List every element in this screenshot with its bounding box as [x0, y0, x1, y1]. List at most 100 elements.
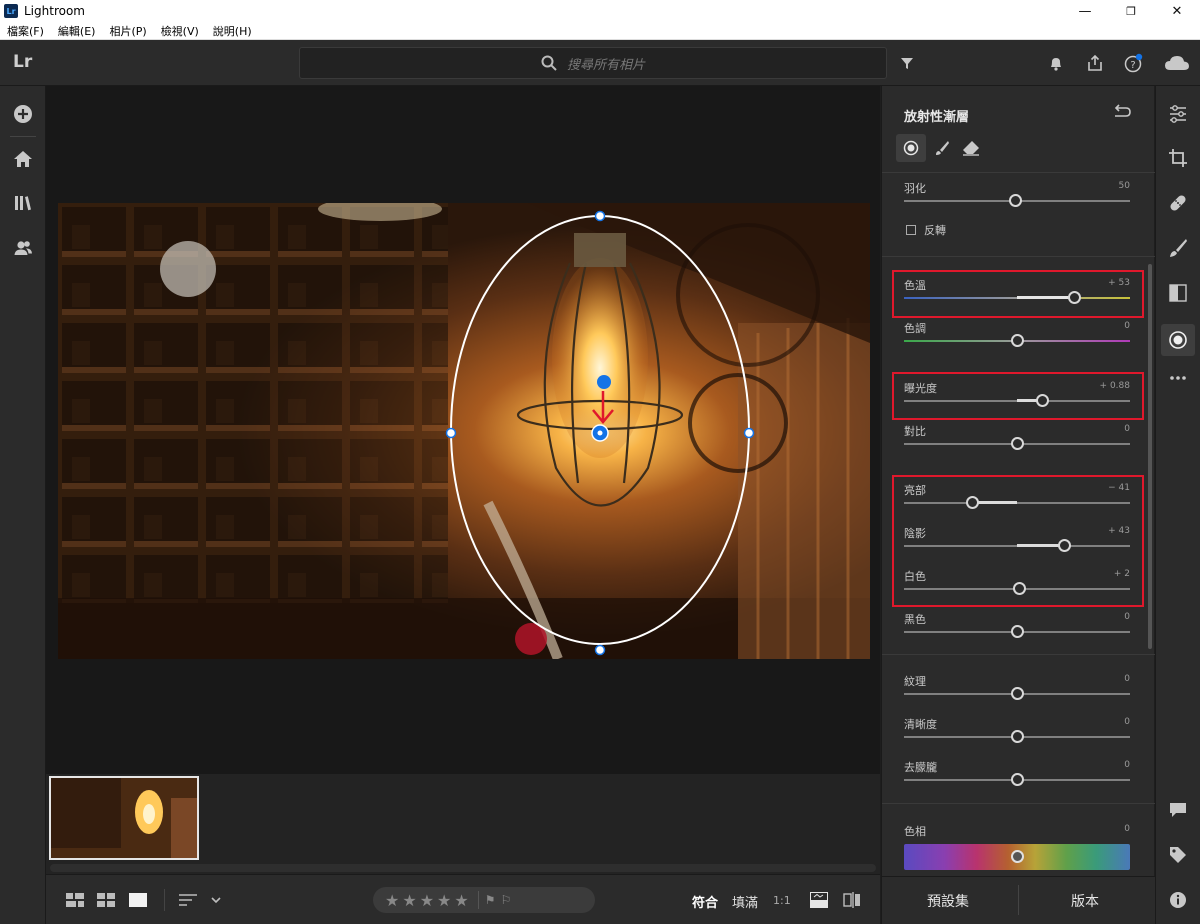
footer-divider	[1018, 885, 1019, 915]
search-input[interactable]: 搜尋所有相片	[299, 47, 887, 79]
slider-label: 色相	[904, 825, 926, 838]
help-icon[interactable]: ?	[1122, 52, 1144, 74]
slider-thumb[interactable]	[1011, 850, 1024, 863]
chevron-down-icon[interactable]	[211, 891, 221, 909]
zoom-1to1-button[interactable]: 1:1	[773, 894, 791, 907]
comments-icon[interactable]	[1166, 798, 1190, 822]
panel-divider	[882, 654, 1155, 655]
clarity-slider[interactable]: 清晰度 0	[904, 716, 1130, 756]
eraser-icon[interactable]	[961, 138, 981, 158]
slider-value: 0	[1124, 612, 1130, 622]
share-icon[interactable]	[1084, 52, 1106, 74]
radial-tool-button[interactable]	[896, 134, 926, 162]
filmstrip-thumbnail[interactable]	[49, 776, 199, 860]
slider-thumb[interactable]	[1011, 730, 1024, 743]
slider-value: 0	[1124, 674, 1130, 684]
slider-thumb[interactable]	[1011, 687, 1024, 700]
maximize-button[interactable]: ❐	[1108, 0, 1154, 22]
bar-divider	[164, 889, 165, 911]
detail-view-icon[interactable]	[129, 891, 147, 909]
invert-label: 反轉	[924, 224, 946, 237]
radial-icon	[903, 140, 919, 156]
reject-flag-icon[interactable]: ⚐	[500, 893, 511, 907]
panel-scrollbar[interactable]	[1148, 264, 1152, 649]
edit-sliders-icon[interactable]	[1166, 102, 1190, 126]
star-icon[interactable]: ★	[420, 891, 434, 910]
more-icon[interactable]	[1166, 366, 1190, 390]
slider-value: 0	[1124, 321, 1130, 331]
cloud-icon[interactable]	[1164, 52, 1190, 74]
close-button[interactable]: ✕	[1154, 0, 1200, 22]
menu-photo[interactable]: 相片(P)	[102, 23, 153, 39]
pick-flag-icon[interactable]: ⚑	[485, 893, 496, 907]
home-icon[interactable]	[11, 147, 35, 171]
tag-icon[interactable]	[1166, 843, 1190, 867]
highlight-temp	[892, 270, 1144, 318]
slider-thumb[interactable]	[1011, 625, 1024, 638]
healing-icon[interactable]	[1166, 191, 1190, 215]
star-icon[interactable]: ★	[437, 891, 451, 910]
brush-tool-icon[interactable]	[1166, 236, 1190, 260]
svg-text:?: ?	[1130, 60, 1135, 71]
slider-label: 羽化	[904, 182, 926, 195]
menu-view[interactable]: 檢視(V)	[154, 23, 206, 39]
rail-divider	[10, 136, 36, 137]
minimize-button[interactable]: —	[1062, 0, 1108, 22]
compare-icon[interactable]	[843, 891, 861, 909]
invert-checkbox[interactable]: 反轉	[906, 222, 946, 238]
rating-divider	[477, 891, 479, 909]
menu-edit[interactable]: 編輯(E)	[51, 23, 103, 39]
menu-help[interactable]: 說明(H)	[206, 23, 259, 39]
contrast-slider[interactable]: 對比 0	[904, 423, 1130, 463]
versions-button[interactable]: 版本	[1071, 891, 1099, 911]
filmstrip-scrollbar[interactable]	[50, 864, 876, 872]
info-icon[interactable]	[1166, 888, 1190, 912]
zoom-fill-button[interactable]: 填滿	[732, 892, 758, 911]
slider-thumb[interactable]	[1011, 437, 1024, 450]
sort-icon[interactable]	[179, 891, 197, 909]
blacks-slider[interactable]: 黑色 0	[904, 611, 1130, 651]
linear-gradient-icon[interactable]	[1166, 281, 1190, 305]
edited-photo[interactable]	[58, 203, 870, 659]
checkbox-box[interactable]	[906, 225, 916, 235]
radial-gradient-icon[interactable]	[1166, 328, 1190, 352]
reset-icon[interactable]	[1112, 104, 1132, 122]
presets-button[interactable]: 預設集	[927, 891, 969, 911]
right-rail	[1155, 86, 1200, 924]
rating-bar: ★ ★ ★ ★ ★ ⚑ ⚐	[373, 887, 595, 913]
feather-slider[interactable]: 羽化 50	[904, 180, 1130, 220]
highlight-exposure	[892, 372, 1144, 420]
lr-logo: Lr	[13, 52, 33, 72]
edit-panel: 放射性漸層 羽化 50 反轉 色溫 + 53 色調 0 曝光度 + 0.88 對比 0 亮部 − …	[881, 86, 1155, 924]
hue-slider[interactable]	[904, 844, 1130, 870]
slider-label: 清晰度	[904, 718, 937, 731]
slider-thumb[interactable]	[1011, 334, 1024, 347]
slider-label: 黑色	[904, 613, 926, 626]
square-grid-icon[interactable]	[97, 891, 115, 909]
crop-icon[interactable]	[1166, 146, 1190, 170]
texture-slider[interactable]: 紋理 0	[904, 673, 1130, 713]
filter-icon[interactable]	[896, 52, 918, 74]
star-icon[interactable]: ★	[385, 891, 399, 910]
slider-thumb[interactable]	[1011, 773, 1024, 786]
dehaze-slider[interactable]: 去朦朧 0	[904, 759, 1130, 799]
star-icon[interactable]: ★	[402, 891, 416, 910]
people-icon[interactable]	[11, 236, 35, 260]
app-logo: Lr	[4, 4, 18, 18]
window-title: Lightroom	[24, 4, 85, 18]
before-after-icon[interactable]	[810, 891, 828, 909]
zoom-fit-button[interactable]: 符合	[692, 892, 718, 911]
photo-grid-icon[interactable]	[66, 891, 84, 909]
slider-label: 對比	[904, 425, 926, 438]
library-icon[interactable]	[11, 191, 35, 215]
menu-file[interactable]: 檔案(F)	[0, 23, 51, 39]
star-icon[interactable]: ★	[454, 891, 468, 910]
bell-icon[interactable]	[1045, 52, 1067, 74]
add-photos-icon[interactable]	[11, 102, 35, 126]
brush-icon[interactable]	[932, 138, 952, 158]
slider-label: 去朦朧	[904, 761, 937, 774]
slider-value: 0	[1124, 824, 1130, 834]
panel-title: 放射性漸層	[904, 110, 970, 125]
slider-thumb[interactable]	[1008, 194, 1022, 207]
tint-slider[interactable]: 色調 0	[904, 320, 1130, 360]
